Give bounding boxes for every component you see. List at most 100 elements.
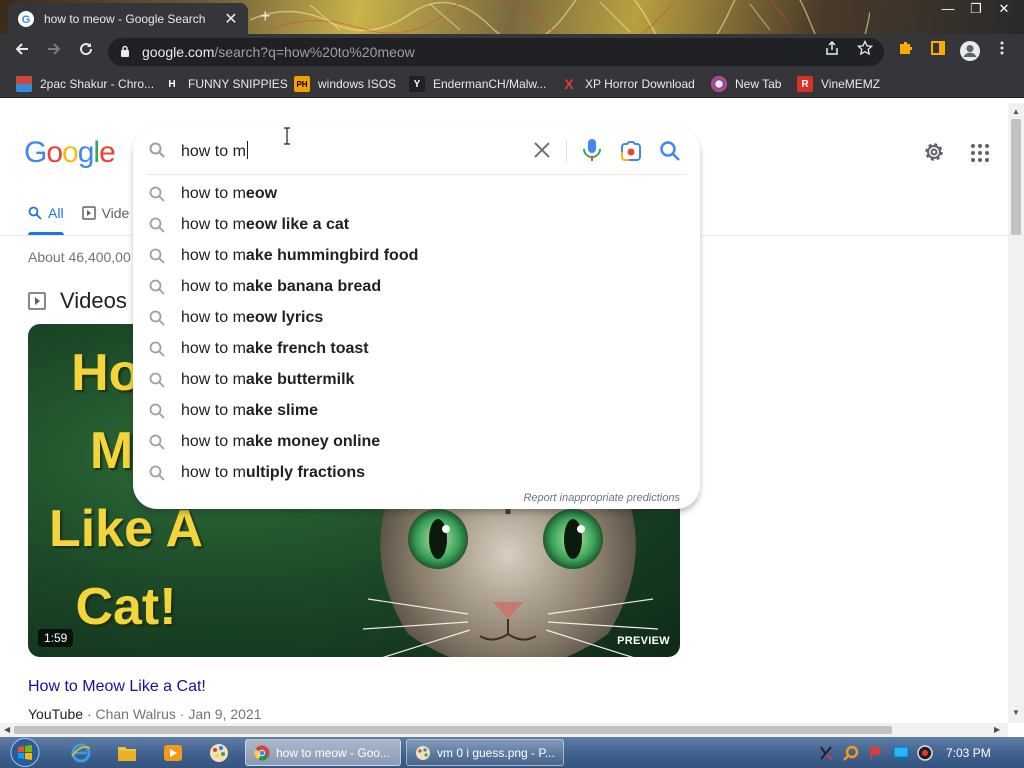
tray-display-icon[interactable] (893, 745, 909, 761)
chrome-icon (254, 745, 270, 760)
file-explorer-icon[interactable] (116, 742, 138, 764)
minimize-button[interactable]: — (934, 0, 962, 20)
tab-videos[interactable]: Vide (81, 203, 130, 223)
bookmark-label: EndermanCH/Malw... (433, 77, 547, 91)
suggestion-item[interactable]: how to meow (133, 178, 700, 209)
search-input[interactable]: how to m (181, 141, 248, 161)
share-icon[interactable] (820, 40, 844, 64)
suggestion-text: how to meow lyrics (181, 309, 324, 326)
google-favicon-icon: G (18, 10, 34, 27)
bookmark-label: windows ISOS (318, 77, 397, 91)
internet-explorer-icon[interactable] (70, 742, 92, 764)
extensions-icon[interactable] (894, 40, 918, 64)
start-orb-icon[interactable] (7, 737, 43, 768)
paint-app-icon[interactable] (208, 742, 230, 764)
vertical-scroll-thumb[interactable] (1011, 119, 1021, 235)
search-input-row: how to m (133, 127, 700, 175)
horizontal-scroll-thumb[interactable] (14, 726, 892, 734)
tray-search-icon[interactable] (843, 745, 859, 761)
h-icon: H (168, 78, 176, 90)
tab-all[interactable]: All (28, 203, 64, 223)
videos-section-header: Videos (28, 288, 127, 314)
meta-separator: · (179, 706, 185, 722)
video-title-link[interactable]: How to Meow Like a Cat! (28, 678, 206, 696)
tray-flag-icon[interactable] (818, 745, 834, 761)
search-icon (149, 186, 165, 202)
suggestion-item[interactable]: how to make hummingbird food (133, 240, 700, 271)
url-host: google.com (142, 44, 215, 60)
scroll-right-icon[interactable]: ▶ (994, 725, 1000, 734)
suggestion-item[interactable]: how to meow like a cat (133, 209, 700, 240)
search-icon (149, 217, 165, 233)
search-icon (149, 142, 165, 158)
suggestion-item[interactable]: how to make money online (133, 426, 700, 457)
bookmark-vinememz[interactable]: R VineMEMZ (797, 76, 880, 92)
tab-label: Vide (101, 205, 130, 221)
search-query-text: how to m (181, 143, 246, 160)
bookmark-endermanch[interactable]: Y EndermanCH/Malw... (409, 76, 546, 92)
vertical-scrollbar[interactable]: ▲ ▼ (1008, 103, 1024, 723)
tab-close-icon[interactable]: ✕ (222, 9, 240, 29)
horizontal-scrollbar[interactable]: ◀ ▶ (0, 723, 1008, 737)
report-predictions-link[interactable]: Report inappropriate predictions (523, 492, 680, 504)
scroll-down-icon[interactable]: ▼ (1012, 708, 1020, 717)
video-section-icon (28, 292, 46, 310)
reload-button[interactable] (74, 40, 98, 64)
new-tab-button[interactable]: + (260, 6, 271, 27)
suggestion-item[interactable]: how to make french toast (133, 333, 700, 364)
bookmarks-bar: 2pac Shakur - Chro... H FUNNY SNIPPIES P… (0, 70, 1024, 98)
taskbar-paint-window[interactable]: vm 0 i guess.png - P... (406, 739, 564, 766)
scroll-left-icon[interactable]: ◀ (4, 725, 10, 734)
lock-icon (121, 45, 129, 57)
search-submit-icon[interactable] (659, 140, 681, 162)
scroll-up-icon[interactable]: ▲ (1012, 107, 1020, 116)
search-icons-separator (566, 139, 567, 163)
theme-artwork (250, 0, 870, 34)
text-cursor-icon (284, 127, 290, 145)
taskbar-button-label: vm 0 i guess.png - P... (437, 745, 555, 760)
taskbar-chrome-window[interactable]: how to meow - Goo... (245, 739, 401, 766)
chrome-menu-icon[interactable] (990, 40, 1014, 64)
taskbar-button-label: how to meow - Goo... (276, 745, 391, 760)
suggestion-text: how to make hummingbird food (181, 247, 419, 264)
bookmark-2pac[interactable]: 2pac Shakur - Chro... (16, 76, 154, 92)
suggestion-item[interactable]: how to meow lyrics (133, 302, 700, 333)
browser-tab-active[interactable]: G how to meow - Google Search ✕ (8, 3, 248, 34)
tab-strip: G how to meow - Google Search ✕ + — ❐ ✕ (0, 0, 1024, 34)
bookmark-new-tab[interactable]: New Tab (711, 76, 781, 92)
taskbar-clock[interactable]: 7:03 PM (946, 746, 991, 760)
microphone-icon[interactable] (581, 138, 603, 162)
tab-label: All (48, 205, 64, 221)
clear-icon[interactable] (531, 139, 553, 161)
suggestions-divider (147, 174, 687, 175)
bookmark-star-icon[interactable] (853, 39, 877, 64)
back-arrow-icon (15, 43, 28, 55)
google-logo[interactable]: Google (24, 136, 116, 170)
settings-gear-icon[interactable] (922, 140, 946, 164)
profile-avatar-icon[interactable] (958, 40, 982, 64)
search-icon (149, 279, 165, 295)
side-panel-icon[interactable] (926, 40, 950, 64)
tray-volume-icon[interactable] (917, 745, 933, 761)
bookmark-funny-snippies[interactable]: H FUNNY SNIPPIES (164, 76, 287, 92)
google-apps-grid-icon[interactable] (970, 143, 990, 163)
bookmark-label: New Tab (735, 77, 782, 91)
bookmark-xp-horror[interactable]: X XP Horror Download (561, 76, 695, 92)
media-player-icon[interactable] (162, 742, 184, 764)
video-date: Jan 9, 2021 (188, 706, 262, 722)
address-url: google.com/search?q=how%20to%20meow (142, 44, 415, 60)
search-icon (149, 341, 165, 357)
back-button[interactable] (10, 40, 34, 64)
restore-button[interactable]: ❐ (962, 0, 990, 20)
suggestion-item[interactable]: how to multiply fractions (133, 457, 700, 488)
camera-lens-icon[interactable] (619, 140, 643, 162)
bookmark-windows-isos[interactable]: PH windows ISOS (294, 76, 396, 92)
close-window-button[interactable]: ✕ (990, 0, 1018, 20)
suggestion-item[interactable]: how to make buttermilk (133, 364, 700, 395)
suggestion-item[interactable]: how to make slime (133, 395, 700, 426)
suggestion-item[interactable]: how to make banana bread (133, 271, 700, 302)
address-bar[interactable]: google.com/search?q=how%20to%20meow (108, 38, 884, 66)
forward-button[interactable] (42, 40, 66, 64)
preview-label: PREVIEW (617, 635, 670, 647)
tray-action-center-icon[interactable] (868, 745, 884, 761)
